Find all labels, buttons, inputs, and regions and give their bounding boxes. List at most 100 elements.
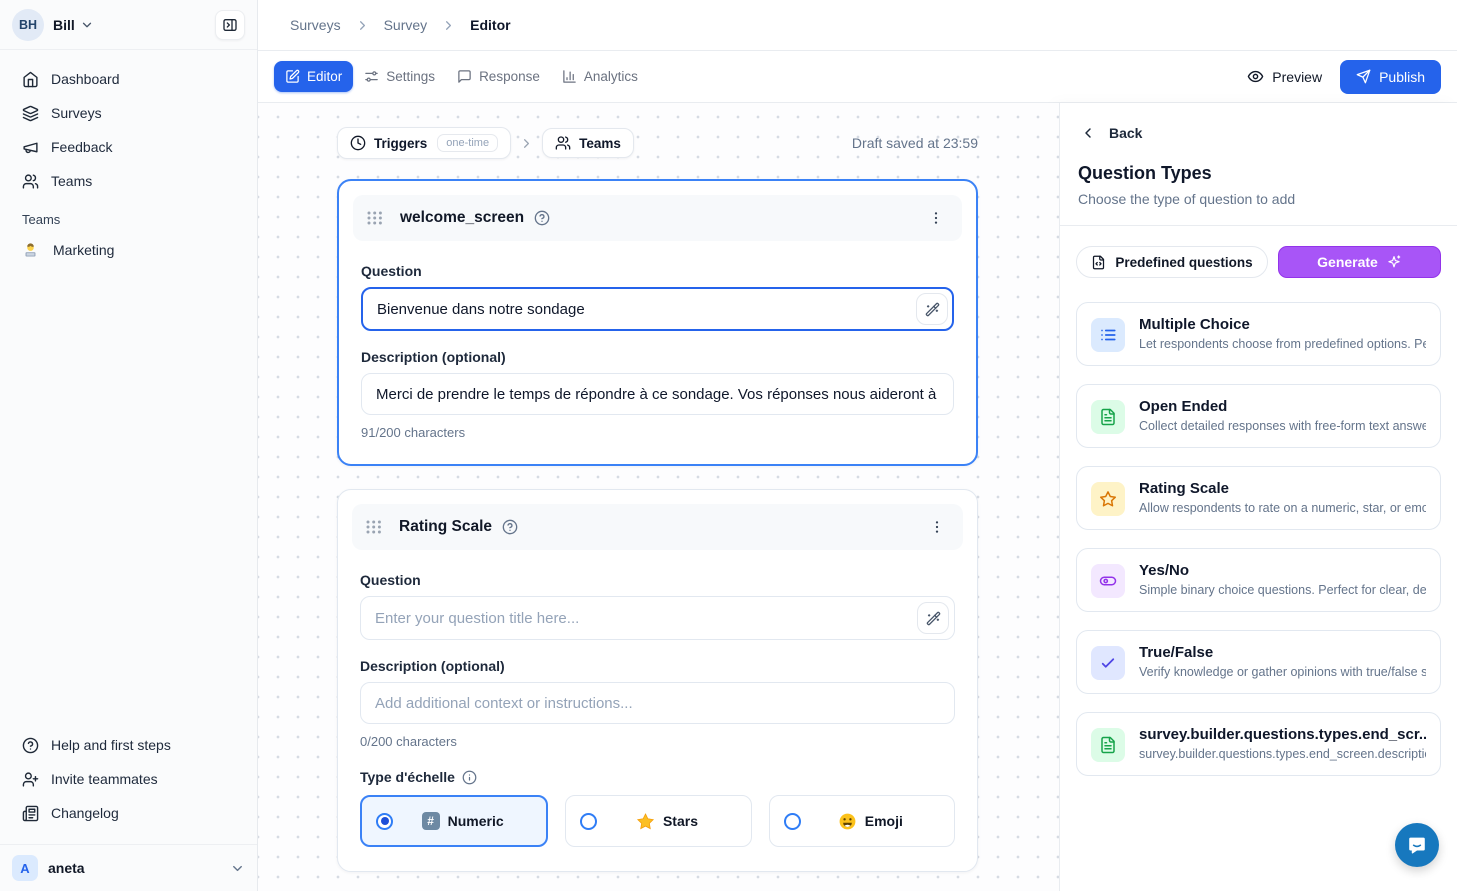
question-type-yes-no[interactable]: Yes/No Simple binary choice questions. P… [1076,548,1441,612]
question-type-multiple-choice[interactable]: Multiple Choice Let respondents choose f… [1076,302,1441,366]
question-type-end-screen[interactable]: survey.builder.questions.types.end_scr..… [1076,712,1441,776]
description-label: Description (optional) [361,349,954,365]
divider [1060,225,1457,226]
triggers-chip[interactable]: Triggers one-time [337,127,511,159]
sidebar-item-marketing[interactable]: Marketing [12,233,245,267]
question-type-title: Open Ended [1139,398,1426,415]
sidebar-item-invite[interactable]: Invite teammates [12,762,245,796]
breadcrumb-item-survey[interactable]: Survey [384,17,428,33]
drag-handle-icon[interactable] [366,520,385,534]
sidebar-collapse-button[interactable] [215,10,245,40]
drag-handle-icon[interactable] [367,211,386,225]
question-card-title: Rating Scale [399,518,492,536]
info-icon[interactable] [462,770,477,785]
question-card-rating-scale[interactable]: Rating Scale Question [337,489,978,872]
question-type-description: Verify knowledge or gather opinions with… [1139,665,1426,679]
account-switcher[interactable]: A aneta [0,844,257,891]
sidebar-item-label: Feedback [51,139,112,155]
radio-icon[interactable] [784,813,801,830]
avatar[interactable]: BH [12,9,44,41]
sparkles-icon [1386,254,1402,270]
question-description-input[interactable] [361,373,954,415]
chat-launcher-button[interactable] [1395,823,1439,867]
sidebar-item-surveys[interactable]: Surveys [12,96,245,130]
question-type-true-false[interactable]: True/False Verify knowledge or gather op… [1076,630,1441,694]
sidebar-footer-nav: Help and first steps Invite teammates Ch… [0,728,257,836]
back-button[interactable]: Back [1080,125,1441,141]
scale-option-stars[interactable]: Stars [565,795,751,847]
radio-icon[interactable] [580,813,597,830]
magic-wand-icon [925,302,940,317]
question-title-input[interactable] [361,287,954,331]
question-type-rating-scale[interactable]: Rating Scale Allow respondents to rate o… [1076,466,1441,530]
file-text-icon [1091,728,1125,762]
question-type-title: True/False [1139,644,1426,661]
question-type-title: Rating Scale [1139,480,1426,497]
check-icon [1091,646,1125,680]
clock-icon [350,135,366,151]
canvas-top-bar: Triggers one-time Teams Draft saved at 2… [337,127,978,159]
tab-analytics[interactable]: Analytics [551,61,649,92]
radio-checked-icon[interactable] [376,813,393,830]
workspace-name[interactable]: Bill [53,17,75,33]
tab-label: Response [479,69,540,84]
chevron-right-icon [441,18,456,33]
kebab-menu-icon[interactable] [925,515,949,539]
teams-chip[interactable]: Teams [542,128,634,158]
ai-rewrite-button[interactable] [917,602,949,634]
help-circle-icon[interactable] [534,210,550,226]
hash-keycap-icon: # [422,812,440,830]
sidebar-item-changelog[interactable]: Changelog [12,796,245,830]
panel-collapse-icon [222,17,238,33]
scale-option-label: Emoji [865,813,903,829]
tab-label: Settings [386,69,435,84]
triggers-chip-label: Triggers [374,136,427,151]
sidebar-item-teams[interactable]: Teams [12,164,245,198]
question-description-input[interactable] [360,682,955,724]
breadcrumb-item-surveys[interactable]: Surveys [290,17,341,33]
breadcrumb-item-editor: Editor [470,17,510,33]
sidebar-item-dashboard[interactable]: Dashboard [12,62,245,96]
ai-rewrite-button[interactable] [916,293,948,325]
sidebar-item-label: Changelog [51,805,119,821]
chevron-down-icon[interactable] [80,18,94,32]
tab-editor[interactable]: Editor [274,61,353,92]
scale-option-emoji[interactable]: Emoji [769,795,955,847]
sidebar-item-help[interactable]: Help and first steps [12,728,245,762]
chevron-left-icon [1080,125,1096,141]
panel-subtitle: Choose the type of question to add [1078,191,1441,207]
home-icon [22,71,39,88]
file-text-icon [1091,400,1125,434]
panel-title: Question Types [1078,163,1441,184]
question-title-input[interactable] [360,596,955,640]
generate-button[interactable]: Generate [1278,246,1441,278]
toolbar: Editor Settings Response Analytics [258,51,1457,103]
question-type-description: survey.builder.questions.types.end_scree… [1139,747,1426,761]
tab-label: Editor [307,69,342,84]
sidebar-spacer [0,267,257,728]
scale-option-numeric[interactable]: # Numeric [360,795,548,847]
scale-type-label: Type d'échelle [360,769,955,785]
question-type-open-ended[interactable]: Open Ended Collect detailed responses wi… [1076,384,1441,448]
teams-chip-label: Teams [579,136,621,151]
scale-option-label: Numeric [448,813,504,829]
preview-button[interactable]: Preview [1247,68,1322,85]
users-icon [555,135,571,151]
tab-settings[interactable]: Settings [353,61,446,92]
sidebar-item-label: Help and first steps [51,737,171,753]
question-card-header: Rating Scale [352,504,963,550]
star-emoji-icon [636,812,655,831]
tab-response[interactable]: Response [446,61,551,92]
eye-icon [1247,68,1264,85]
magic-wand-icon [926,611,941,626]
list-icon [1091,318,1125,352]
sidebar-item-label: Invite teammates [51,771,158,787]
chevron-down-icon[interactable] [230,861,245,876]
question-type-description: Simple binary choice questions. Perfect … [1139,583,1426,597]
help-circle-icon[interactable] [502,519,518,535]
sidebar-item-feedback[interactable]: Feedback [12,130,245,164]
publish-button[interactable]: Publish [1340,60,1441,94]
predefined-questions-button[interactable]: Predefined questions [1076,246,1268,278]
question-card-welcome-screen[interactable]: welcome_screen Question [337,179,978,466]
kebab-menu-icon[interactable] [924,206,948,230]
